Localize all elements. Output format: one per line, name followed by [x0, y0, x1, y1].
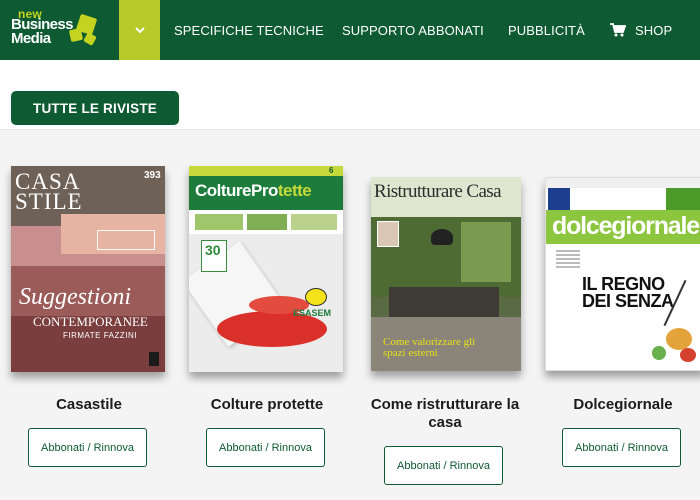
cover-tagline: FIRMATE FAZZINI [63, 331, 138, 340]
cover-headline: Come valorizzare gli spazi esterni [383, 336, 476, 359]
cover-title-part: tette [277, 181, 312, 200]
magazine-title: Colture protette [210, 396, 324, 413]
subscribe-renew-button[interactable]: Abbonati / Rinnova [384, 446, 503, 485]
cover-title-text: Ristrutturare Casa [374, 181, 502, 202]
cover-headline: IL REGNO DEI SENZA [582, 275, 674, 311]
nav-specifiche-tecniche[interactable]: SPECIFICHE TECNICHE [174, 23, 324, 38]
magazine-title: Come ristrutturare la casa [370, 396, 520, 431]
magazine-cover-ristrutturare-casa[interactable]: Ristrutturare Casa Come valorizzare gli … [371, 177, 521, 371]
menu-dropdown-toggle[interactable] [119, 0, 160, 60]
cover-issue-number: 6 [329, 166, 334, 175]
magazine-title: Dolcegiornale [573, 396, 673, 413]
magazine-cover-colture-protette[interactable]: ColtureProtette 6 30 ESASEM [189, 166, 343, 372]
barcode-graphic [149, 352, 159, 366]
cover-title-text: ColtureProtette [195, 181, 312, 201]
cover-title-text: dolcegiornale [552, 212, 700, 240]
all-magazines-button[interactable]: TUTTE LE RIVISTE [11, 91, 179, 125]
cover-headline: CONTEMPORANEE [33, 314, 148, 329]
cover-headline: Suggestioni [19, 284, 131, 310]
cover-brand-text: ESASEM [293, 308, 332, 318]
nav-pubblicita[interactable]: PUBBLICITÀ [508, 23, 585, 38]
magazine-title: Casastile [56, 396, 122, 413]
logo-text-media: Media [11, 30, 51, 47]
logo-text: Business Media [11, 17, 74, 47]
subscribe-renew-button[interactable]: Abbonati / Rinnova [562, 428, 681, 467]
cover-headline-line: DEI SENZA [582, 291, 674, 311]
cover-title-text: CASA STILE [15, 169, 83, 214]
nav-shop-label: SHOP [635, 22, 673, 38]
logo-square-shape [83, 32, 97, 46]
cover-title-part: ColturePro [195, 181, 278, 200]
shopping-cart-icon [610, 23, 626, 37]
cover-issue-number: 393 [144, 170, 161, 181]
magazine-cover-casastile[interactable]: CASA STILE 393 Suggestioni CONTEMPORANEE… [11, 166, 165, 372]
top-navigation-bar: new Business Media SPECIFICHE TECNICHE S… [0, 0, 700, 60]
magazine-grid: CASA STILE 393 Suggestioni CONTEMPORANEE… [0, 131, 700, 500]
nav-shop[interactable]: SHOP [610, 23, 672, 38]
magazine-cover-dolcegiornale[interactable]: dolcegiornale IL REGNO DEI SENZA [545, 177, 700, 371]
chevron-down-icon [134, 26, 145, 33]
cover-badge-text: 30 [205, 242, 221, 258]
subscribe-renew-button[interactable]: Abbonati / Rinnova [28, 428, 147, 467]
subscribe-renew-button[interactable]: Abbonati / Rinnova [206, 428, 325, 467]
nav-supporto-abbonati[interactable]: SUPPORTO ABBONATI [342, 23, 484, 38]
business-media-logo[interactable]: new Business Media [0, 0, 119, 60]
magazine-filter-bar: TUTTE LE RIVISTE [0, 60, 700, 130]
